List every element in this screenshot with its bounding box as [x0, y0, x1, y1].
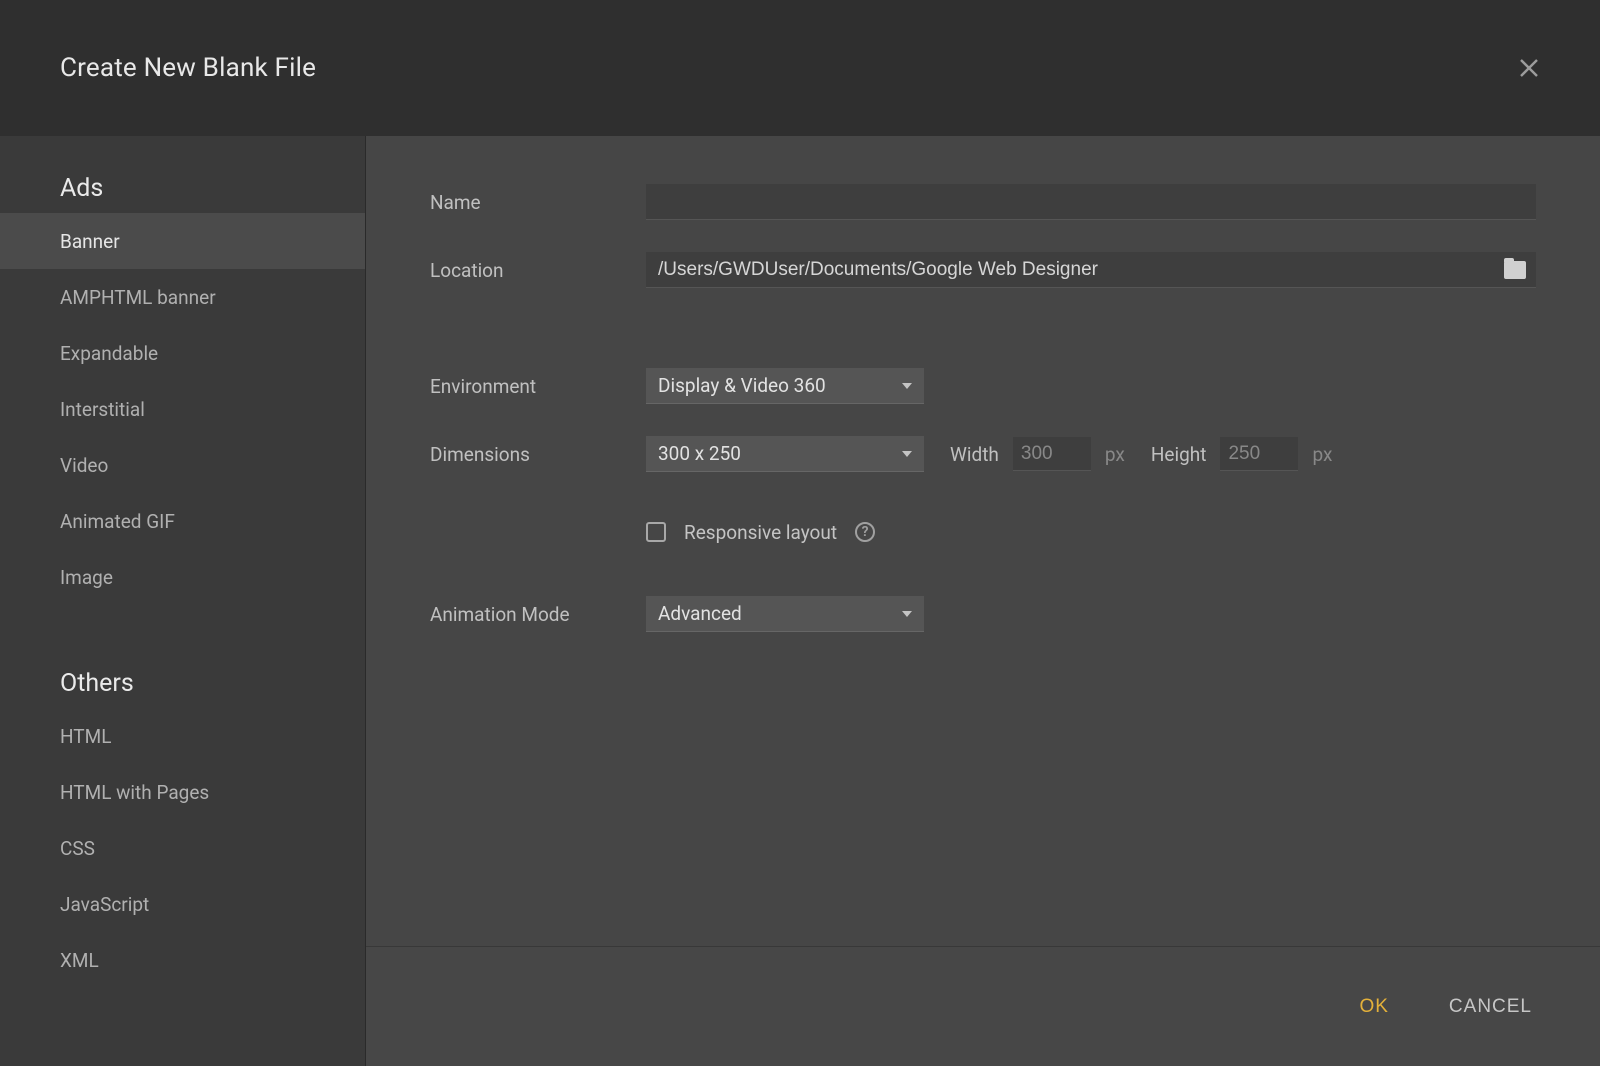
height-label: Height [1151, 443, 1207, 466]
row-dimensions: Dimensions 300 x 250 Width px Height px [430, 432, 1536, 476]
dialog-titlebar: Create New Blank File [0, 0, 1600, 136]
environment-select[interactable]: Display & Video 360 [646, 368, 924, 404]
dimensions-value: 300 x 250 [658, 442, 741, 465]
folder-icon[interactable] [1504, 261, 1526, 279]
caret-down-icon [902, 611, 912, 617]
caret-down-icon [902, 451, 912, 457]
sidebar-item-image[interactable]: Image [0, 549, 365, 605]
dimensions-label: Dimensions [430, 443, 646, 466]
dimensions-select[interactable]: 300 x 250 [646, 436, 924, 472]
dim-width-cluster: Width px [924, 437, 1125, 471]
sidebar: Ads Banner AMPHTML banner Expandable Int… [0, 136, 366, 1066]
animation-select[interactable]: Advanced [646, 596, 924, 632]
width-input[interactable] [1013, 437, 1091, 471]
main-pane: Name Location Environment Display & Vide… [366, 136, 1600, 1066]
sidebar-group-others-title: Others [0, 669, 365, 698]
row-environment: Environment Display & Video 360 [430, 364, 1536, 408]
sidebar-item-html[interactable]: HTML [0, 708, 365, 764]
responsive-label: Responsive layout [684, 521, 837, 544]
height-unit: px [1312, 443, 1332, 466]
sidebar-item-video[interactable]: Video [0, 437, 365, 493]
responsive-option: Responsive layout ? [646, 521, 875, 544]
name-input[interactable] [646, 184, 1536, 220]
sidebar-item-expandable[interactable]: Expandable [0, 325, 365, 381]
environment-label: Environment [430, 375, 646, 398]
dialog-footer: OK CANCEL [366, 946, 1600, 1066]
sidebar-item-html-with-pages[interactable]: HTML with Pages [0, 764, 365, 820]
new-file-dialog: Create New Blank File Ads Banner AMPHTML… [0, 0, 1600, 1066]
height-input[interactable] [1220, 437, 1298, 471]
sidebar-group-ads-title: Ads [0, 174, 365, 203]
sidebar-item-amphtml[interactable]: AMPHTML banner [0, 269, 365, 325]
sidebar-item-xml[interactable]: XML [0, 932, 365, 988]
sidebar-item-animated-gif[interactable]: Animated GIF [0, 493, 365, 549]
help-icon[interactable]: ? [855, 522, 875, 542]
width-label: Width [950, 443, 999, 466]
animation-label: Animation Mode [430, 603, 646, 626]
animation-value: Advanced [658, 602, 742, 625]
dialog-title: Create New Blank File [60, 53, 316, 83]
location-input-wrap [646, 252, 1536, 288]
dialog-body: Ads Banner AMPHTML banner Expandable Int… [0, 136, 1600, 1066]
name-label: Name [430, 191, 646, 214]
ok-button[interactable]: OK [1355, 986, 1392, 1028]
location-label: Location [430, 259, 646, 282]
dim-height-cluster: Height px [1125, 437, 1333, 471]
close-button[interactable] [1510, 49, 1548, 87]
row-location: Location [430, 248, 1536, 292]
row-name: Name [430, 180, 1536, 224]
close-icon [1518, 57, 1540, 79]
cancel-button[interactable]: CANCEL [1445, 986, 1536, 1028]
environment-value: Display & Video 360 [658, 374, 826, 397]
form-area: Name Location Environment Display & Vide… [366, 136, 1600, 946]
caret-down-icon [902, 383, 912, 389]
responsive-checkbox[interactable] [646, 522, 666, 542]
location-input[interactable] [646, 252, 1504, 287]
row-responsive: Responsive layout ? [430, 510, 1536, 554]
row-animation: Animation Mode Advanced [430, 592, 1536, 636]
sidebar-item-banner[interactable]: Banner [0, 213, 365, 269]
sidebar-item-javascript[interactable]: JavaScript [0, 876, 365, 932]
sidebar-item-css[interactable]: CSS [0, 820, 365, 876]
width-unit: px [1105, 443, 1125, 466]
sidebar-item-interstitial[interactable]: Interstitial [0, 381, 365, 437]
